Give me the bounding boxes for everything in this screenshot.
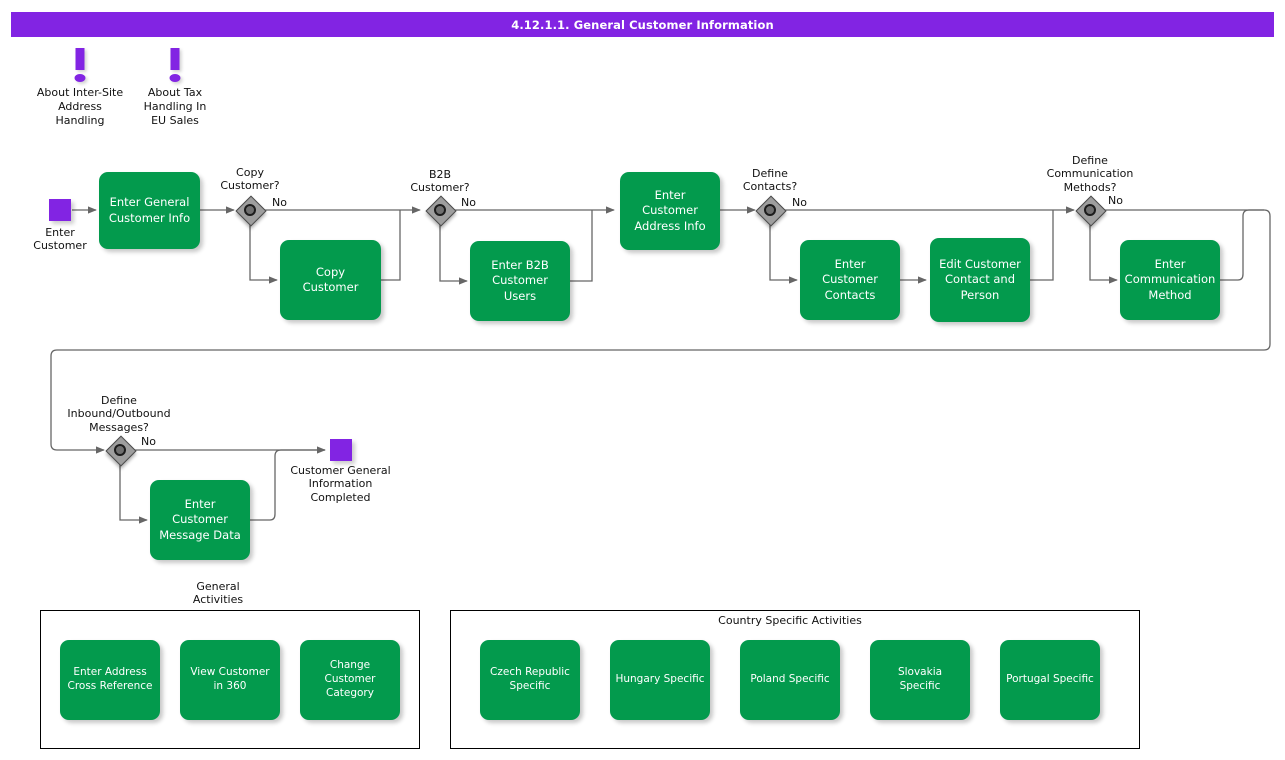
group-general-activities-title: General Activities	[168, 580, 268, 607]
task-portugal-specific[interactable]: Portugal Specific	[1000, 640, 1100, 720]
task-enter-general-customer-info[interactable]: Enter General Customer Info	[99, 172, 200, 249]
task-copy-customer[interactable]: Copy Customer	[280, 240, 381, 320]
task-enter-customer-message-data[interactable]: Enter Customer Message Data	[150, 480, 250, 560]
start-event[interactable]	[49, 199, 71, 221]
gateway-define-contacts[interactable]	[756, 196, 784, 224]
task-enter-address-cross-reference[interactable]: Enter Address Cross Reference	[60, 640, 160, 720]
flow-label-define-communication-no: No	[1108, 194, 1132, 207]
gateway-define-contacts-label: Define Contacts?	[720, 167, 820, 194]
task-czech-republic-specific[interactable]: Czech Republic Specific	[480, 640, 580, 720]
gateway-define-messages-label: Define Inbound/Outbound Messages?	[48, 394, 190, 434]
exclamation-icon	[115, 48, 235, 84]
task-slovakia-specific[interactable]: Slovakia Specific	[870, 640, 970, 720]
diagram-canvas: 4.12.1.1. General Customer Information	[0, 0, 1285, 760]
gateway-ring-icon	[244, 204, 256, 216]
gateway-ring-icon	[1084, 204, 1096, 216]
gateway-b2b-customer-label: B2B Customer?	[390, 168, 490, 195]
end-event-label: Customer General Information Completed	[270, 464, 411, 504]
task-change-customer-category[interactable]: Change Customer Category	[300, 640, 400, 720]
gateway-copy-customer-label: Copy Customer?	[200, 166, 300, 193]
task-enter-customer-contacts[interactable]: Enter Customer Contacts	[800, 240, 900, 320]
gateway-b2b-customer[interactable]	[426, 196, 454, 224]
flow-label-define-messages-no: No	[141, 435, 165, 448]
task-enter-customer-address-info[interactable]: Enter Customer Address Info	[620, 172, 720, 250]
task-poland-specific[interactable]: Poland Specific	[740, 640, 840, 720]
diagram-title-bar: 4.12.1.1. General Customer Information	[11, 12, 1274, 37]
flow-label-copy-customer-no: No	[272, 196, 296, 209]
gateway-define-communication-methods[interactable]	[1076, 196, 1104, 224]
annotation-tax-handling-eu-sales[interactable]: About Tax Handling In EU Sales	[115, 48, 235, 128]
page-title: 4.12.1.1. General Customer Information	[511, 18, 774, 32]
task-view-customer-in-360[interactable]: View Customer in 360	[180, 640, 280, 720]
flow-label-define-contacts-no: No	[792, 196, 816, 209]
gateway-ring-icon	[434, 204, 446, 216]
end-event[interactable]	[330, 439, 352, 461]
gateway-define-communication-methods-label: Define Communication Methods?	[1040, 154, 1140, 194]
task-enter-communication-method[interactable]: Enter Communication Method	[1120, 240, 1220, 320]
task-edit-customer-contact-and-person[interactable]: Edit Customer Contact and Person	[930, 238, 1030, 322]
gateway-ring-icon	[764, 204, 776, 216]
annotation-label: About Tax Handling In EU Sales	[115, 86, 235, 128]
gateway-copy-customer[interactable]	[236, 196, 264, 224]
gateway-ring-icon	[114, 444, 126, 456]
task-hungary-specific[interactable]: Hungary Specific	[610, 640, 710, 720]
task-enter-b2b-customer-users[interactable]: Enter B2B Customer Users	[470, 241, 570, 321]
start-event-label: Enter Customer	[10, 226, 110, 253]
flow-label-b2b-customer-no: No	[461, 196, 485, 209]
gateway-define-inbound-outbound-messages[interactable]	[106, 436, 134, 464]
